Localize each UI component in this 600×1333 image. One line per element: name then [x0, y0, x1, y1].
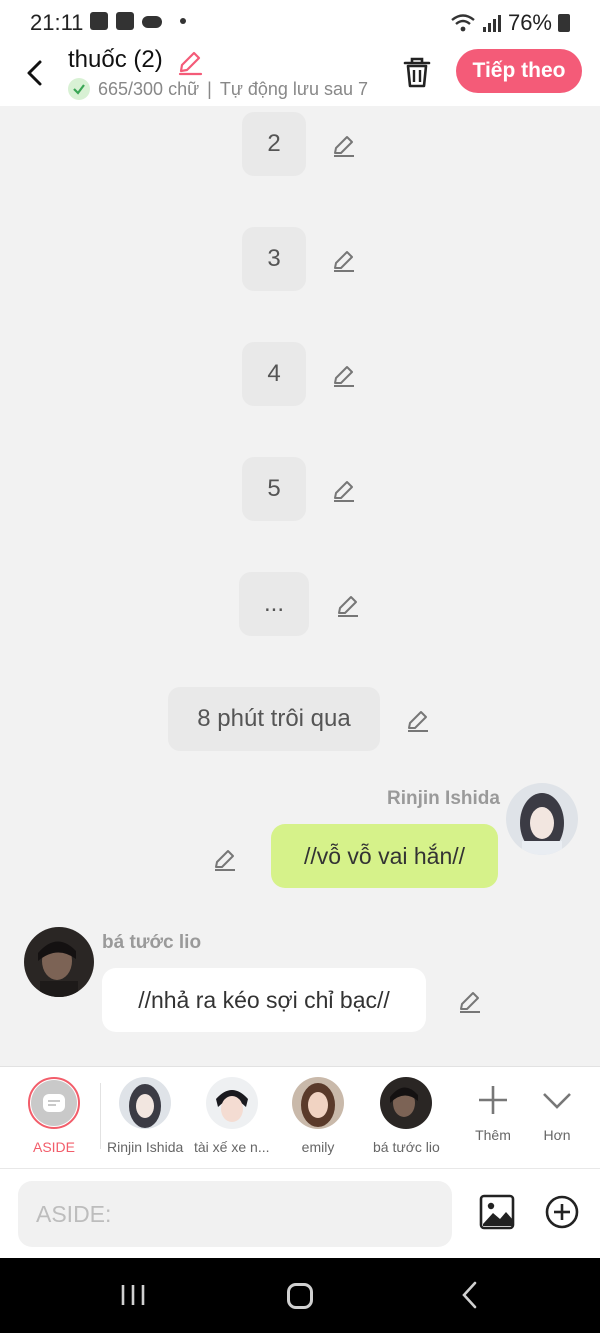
status-time: 21:11	[30, 10, 84, 35]
more-button[interactable]: Hơn	[538, 1081, 576, 1143]
character-lio[interactable]: bá tước lio	[373, 1077, 440, 1155]
status-right: 76%	[450, 10, 570, 36]
image-icon[interactable]	[478, 1193, 516, 1231]
save-status: 665/300 chữ | Tự động lưu sau 7	[68, 78, 368, 100]
chip-4[interactable]: 4	[242, 342, 306, 406]
pencil-icon[interactable]	[335, 592, 361, 618]
avatar[interactable]	[119, 1077, 172, 1129]
speaker-name: Rinjin Ishida	[387, 788, 500, 809]
trash-icon[interactable]	[400, 54, 434, 90]
cloud-icon	[142, 16, 162, 28]
wifi-icon	[451, 14, 475, 32]
message-bubble[interactable]: //vỗ vỗ vai hắn//	[271, 824, 498, 888]
character-label: tài xế xe n...	[194, 1139, 270, 1155]
autosave-text: Tự động lưu sau 7	[219, 78, 369, 99]
more-dot-icon	[180, 18, 186, 24]
pencil-icon[interactable]	[331, 362, 357, 388]
speaker-name: bá tước lio	[102, 932, 202, 953]
battery-percent: 76%	[507, 10, 552, 35]
character-label: emily	[301, 1139, 335, 1155]
more-label: Hơn	[543, 1127, 571, 1143]
battery-icon	[558, 14, 570, 32]
chip-time-passed[interactable]: 8 phút trôi qua	[168, 687, 380, 751]
character-rinjin[interactable]: Rinjin Ishida	[107, 1077, 183, 1155]
next-button[interactable]: Tiếp theo	[456, 49, 582, 93]
chip-2[interactable]: 2	[242, 112, 306, 176]
pencil-icon[interactable]	[176, 48, 204, 76]
home-icon[interactable]	[287, 1283, 313, 1309]
status-bar: 21:11 76%	[0, 0, 600, 44]
chip-ellipsis[interactable]: ...	[239, 572, 309, 636]
avatar[interactable]	[292, 1077, 344, 1129]
character-emily[interactable]: emily	[292, 1077, 344, 1155]
composer-bar	[0, 1168, 600, 1259]
notification-icons	[90, 12, 186, 30]
editor-header: thuốc (2) 665/300 chữ | Tự động lưu sau …	[0, 44, 600, 106]
character-label: Rinjin Ishida	[107, 1139, 184, 1155]
story-content: 2 3 4 5 ... 8 phút trôi qua Rinjin Ishid…	[0, 106, 600, 1066]
avatar[interactable]	[24, 927, 94, 997]
pencil-icon[interactable]	[457, 988, 483, 1014]
pencil-icon[interactable]	[212, 846, 238, 872]
character-label: bá tước lio	[373, 1139, 440, 1155]
avatar[interactable]	[205, 1077, 258, 1129]
character-label: ASIDE	[32, 1139, 75, 1155]
avatar[interactable]	[380, 1077, 433, 1129]
pencil-icon[interactable]	[331, 477, 357, 503]
play-notification-icon	[116, 12, 134, 30]
aside-avatar[interactable]	[28, 1077, 80, 1129]
nav-back-icon[interactable]	[458, 1280, 482, 1310]
chevron-down-icon[interactable]	[538, 1081, 576, 1119]
recents-icon[interactable]	[120, 1283, 146, 1307]
word-count: 665/300 chữ	[98, 78, 200, 99]
plus-icon[interactable]	[474, 1081, 512, 1119]
pencil-icon[interactable]	[331, 132, 357, 158]
check-icon	[68, 78, 90, 100]
plus-circle-icon[interactable]	[543, 1193, 581, 1231]
divider	[100, 1083, 101, 1149]
add-label: Thêm	[475, 1127, 511, 1143]
add-character-button[interactable]: Thêm	[474, 1081, 512, 1143]
chip-5[interactable]: 5	[242, 457, 306, 521]
chip-3[interactable]: 3	[242, 227, 306, 291]
separator: |	[207, 78, 212, 99]
signal-icon	[482, 15, 501, 32]
message-bubble[interactable]: //nhả ra kéo sợi chỉ bạc//	[102, 968, 426, 1032]
avatar[interactable]	[506, 783, 578, 855]
back-arrow-icon[interactable]	[20, 56, 54, 90]
gallery-notification-icon	[90, 12, 108, 30]
character-aside[interactable]: ASIDE	[28, 1077, 80, 1155]
character-bar: ASIDE Rinjin Ishida tài xế xe n... emily…	[0, 1066, 600, 1169]
pencil-icon[interactable]	[405, 707, 431, 733]
aside-bubble-icon	[31, 1080, 77, 1126]
system-nav-bar	[0, 1258, 600, 1333]
message-input[interactable]	[18, 1181, 452, 1247]
document-title[interactable]: thuốc (2)	[68, 46, 163, 74]
character-driver[interactable]: tài xế xe n...	[194, 1077, 269, 1155]
pencil-icon[interactable]	[331, 247, 357, 273]
